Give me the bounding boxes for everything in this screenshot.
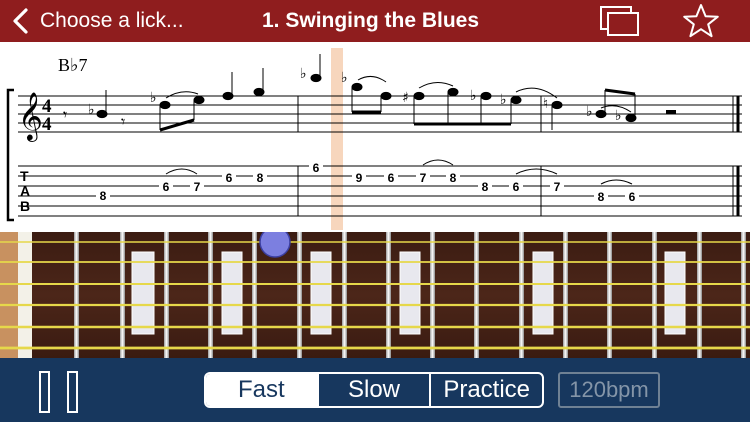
svg-text:8: 8 [482, 180, 489, 194]
view-toggle-button[interactable] [598, 3, 642, 44]
speed-option-fast[interactable]: Fast [206, 374, 317, 406]
star-icon [683, 4, 719, 38]
back-button-label: Choose a lick... [40, 9, 184, 32]
speed-selector: Fast Slow Practice [204, 372, 544, 408]
speed-option-practice[interactable]: Practice [429, 374, 542, 406]
fretboard-graphic [0, 226, 750, 358]
score-and-tab: B♭7 𝄞 4 4 𝄾 ♭ 𝄾 ♭ ♭ ♭ ♯ ♭ ♭ ♮ ♭ ♭ T A B … [6, 48, 742, 230]
svg-text:♯: ♯ [402, 90, 409, 106]
chevron-left-icon [13, 8, 28, 34]
svg-text:7: 7 [194, 180, 201, 194]
svg-text:6: 6 [388, 171, 395, 185]
navigation-bar: Choose a lick... 1. Swinging the Blues [0, 0, 750, 42]
svg-text:8: 8 [100, 189, 107, 203]
tab-numbers: 8 6 7 6 8 6 9 6 7 8 8 6 7 8 6 [96, 160, 639, 204]
svg-text:♭: ♭ [500, 92, 507, 108]
stacked-windows-icon [600, 6, 639, 36]
svg-text:♭: ♭ [300, 66, 307, 82]
notes: 𝄾 ♭ 𝄾 ♭ ♭ ♭ ♯ ♭ ♭ ♮ ♭ ♭ [63, 54, 676, 132]
svg-text:♭: ♭ [341, 70, 348, 86]
svg-text:♭: ♭ [615, 108, 622, 124]
playback-controls: Fast Slow Practice 120bpm [0, 358, 750, 422]
back-button[interactable]: Choose a lick... [10, 0, 184, 42]
svg-text:6: 6 [163, 180, 170, 194]
tempo-button[interactable]: 120bpm [558, 372, 660, 408]
svg-text:9: 9 [356, 171, 363, 185]
svg-text:♭: ♭ [150, 90, 157, 106]
svg-text:♭: ♭ [470, 88, 477, 104]
svg-text:B: B [20, 198, 30, 214]
svg-text:A: A [20, 183, 30, 199]
svg-text:𝄾: 𝄾 [63, 105, 67, 124]
svg-text:♭: ♭ [586, 104, 593, 120]
staff [18, 95, 742, 133]
svg-text:7: 7 [554, 180, 561, 194]
time-signature-bottom: 4 [42, 114, 52, 135]
svg-text:6: 6 [226, 171, 233, 185]
svg-text:8: 8 [257, 171, 264, 185]
svg-text:7: 7 [420, 171, 427, 185]
fretboard[interactable] [0, 226, 750, 358]
pause-button[interactable] [38, 371, 80, 418]
svg-text:6: 6 [313, 161, 320, 175]
treble-clef: 𝄞 [18, 91, 43, 142]
svg-text:♮: ♮ [543, 96, 548, 112]
svg-text:8: 8 [450, 171, 457, 185]
notation-area[interactable]: B♭7 𝄞 4 4 𝄾 ♭ 𝄾 ♭ ♭ ♭ ♯ ♭ ♭ ♮ ♭ ♭ T A B … [0, 42, 750, 232]
tab-clef: T A B [20, 168, 30, 214]
chord-symbol: B♭7 [58, 55, 88, 75]
svg-text:𝄾: 𝄾 [121, 112, 125, 131]
favorite-button[interactable] [680, 3, 722, 44]
svg-text:8: 8 [598, 190, 605, 204]
system-bracket [6, 88, 14, 222]
svg-text:♭: ♭ [88, 102, 95, 118]
note-position-marker [259, 226, 291, 258]
lick-title: 1. Swinging the Blues [262, 9, 480, 32]
svg-text:T: T [20, 168, 29, 184]
svg-text:6: 6 [513, 180, 520, 194]
pause-icon [39, 371, 78, 413]
speed-option-slow[interactable]: Slow [316, 374, 430, 406]
svg-text:6: 6 [629, 190, 636, 204]
